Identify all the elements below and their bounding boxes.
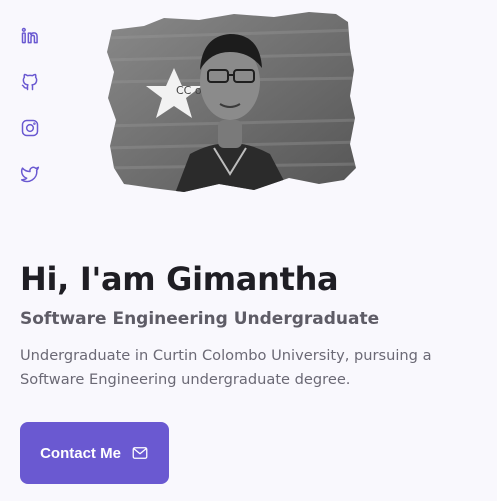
instagram-icon [21,119,39,137]
twitter-link[interactable] [20,164,42,186]
bio-text: Undergraduate in Curtin Colombo Universi… [20,347,432,388]
twitter-icon [20,166,40,183]
github-link[interactable] [20,72,42,94]
mail-icon [132,447,148,459]
profile-photo: CC olombo im [107,12,356,192]
social-links [20,26,42,210]
profile-image: CC olombo im [104,8,360,196]
linkedin-link[interactable] [20,26,42,48]
github-icon [21,73,38,91]
contact-button[interactable]: Contact Me [20,422,169,484]
job-title: Software Engineering Undergraduate [20,309,380,329]
linkedin-icon [21,27,38,44]
page-title: Hi, I'am Gimantha [20,260,339,298]
instagram-link[interactable] [20,118,42,140]
contact-button-label: Contact Me [40,444,121,462]
